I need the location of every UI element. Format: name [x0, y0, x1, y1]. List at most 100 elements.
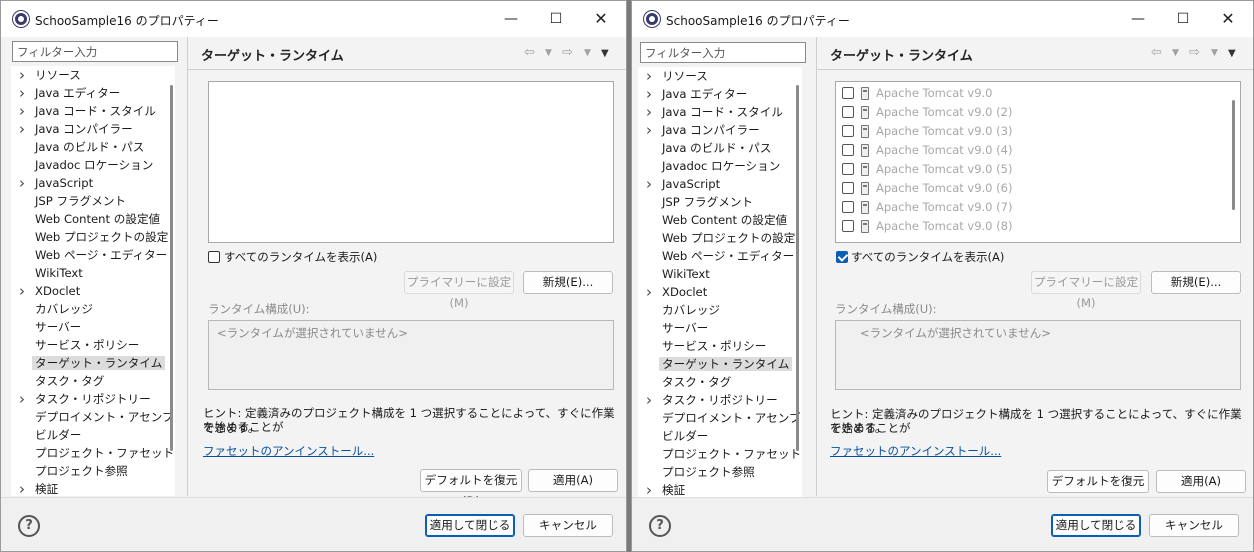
- runtime-row[interactable]: Apache Tomcat v9.0 (4): [836, 141, 1240, 160]
- show-all-runtimes-checkbox[interactable]: [208, 251, 220, 263]
- tree-item[interactable]: › XDoclet: [11, 282, 175, 300]
- uninstall-facets-link[interactable]: ファセットのアンインストール...: [203, 443, 374, 459]
- tree-item[interactable]: ビルダー: [638, 427, 802, 445]
- tree-item[interactable]: Web プロジェクトの設定: [11, 228, 175, 246]
- close-icon[interactable]: ✕: [1208, 7, 1248, 31]
- tree-item[interactable]: › 検証: [11, 480, 175, 496]
- tree-item[interactable]: カバレッジ: [11, 300, 175, 318]
- tree-item[interactable]: › Java エディター: [638, 85, 802, 103]
- set-primary-button[interactable]: プライマリーに設定(M): [1031, 271, 1141, 310]
- apply-button[interactable]: 適用(A): [1156, 470, 1246, 493]
- new-runtime-button[interactable]: 新規(E)...: [523, 271, 613, 294]
- back-arrow-icon[interactable]: ⇦: [524, 45, 535, 60]
- cancel-button[interactable]: キャンセル: [523, 514, 613, 537]
- tree-item[interactable]: Web ページ・エディター: [11, 246, 175, 264]
- tree-item[interactable]: ターゲット・ランタイム: [638, 355, 802, 373]
- show-all-runtimes-checkbox[interactable]: [836, 251, 848, 263]
- runtime-row[interactable]: Apache Tomcat v9.0 (6): [836, 179, 1240, 198]
- tree-item[interactable]: › タスク・リポジトリー: [638, 391, 802, 409]
- tree-item[interactable]: › タスク・リポジトリー: [11, 390, 175, 408]
- tree-item[interactable]: › 検証: [638, 481, 802, 497]
- maximize-icon[interactable]: ☐: [536, 7, 576, 31]
- tree-item[interactable]: タスク・タグ: [638, 373, 802, 391]
- help-icon[interactable]: ?: [649, 515, 671, 537]
- runtime-row[interactable]: Apache Tomcat v9.0 (2): [836, 103, 1240, 122]
- runtime-checkbox[interactable]: [842, 220, 854, 232]
- tree-scrollbar[interactable]: [170, 85, 173, 451]
- back-arrow-icon[interactable]: ⇦: [1151, 45, 1162, 60]
- runtime-checkbox[interactable]: [842, 163, 854, 175]
- runtime-row[interactable]: Apache Tomcat v9.0 (8): [836, 217, 1240, 236]
- back-dropdown-icon[interactable]: ▼: [545, 48, 552, 58]
- filter-input[interactable]: [12, 41, 178, 62]
- chevron-right-icon[interactable]: ›: [19, 66, 25, 84]
- tree-item[interactable]: Javadoc ロケーション: [11, 156, 175, 174]
- tree-item[interactable]: プロジェクト・ファセット: [11, 444, 175, 462]
- tree-item[interactable]: › Java コンパイラー: [11, 120, 175, 138]
- chevron-right-icon[interactable]: ›: [646, 103, 652, 121]
- restore-defaults-button[interactable]: デフォルトを復元(D): [420, 469, 522, 508]
- title-bar[interactable]: SchooSample16 のプロパティー — ☐ ✕: [632, 1, 1253, 37]
- tree-item[interactable]: JSP フラグメント: [638, 193, 802, 211]
- tree-item[interactable]: タスク・タグ: [11, 372, 175, 390]
- minimize-icon[interactable]: —: [491, 7, 531, 31]
- view-menu-icon[interactable]: ▼: [1228, 48, 1236, 59]
- chevron-right-icon[interactable]: ›: [19, 480, 25, 496]
- chevron-right-icon[interactable]: ›: [646, 85, 652, 103]
- tree-item[interactable]: › Java コンパイラー: [638, 121, 802, 139]
- apply-and-close-button[interactable]: 適用して閉じる: [1051, 514, 1141, 537]
- tree-item[interactable]: › Java コード・スタイル: [638, 103, 802, 121]
- tree-item[interactable]: プロジェクト参照: [11, 462, 175, 480]
- runtime-list[interactable]: [208, 81, 614, 243]
- restore-defaults-button[interactable]: デフォルトを復元(D): [1047, 470, 1149, 509]
- set-primary-button[interactable]: プライマリーに設定(M): [404, 271, 514, 310]
- tree-item[interactable]: プロジェクト・ファセット: [638, 445, 802, 463]
- tree-item[interactable]: WikiText: [11, 264, 175, 282]
- title-bar[interactable]: SchooSample16 のプロパティー — ☐ ✕: [1, 1, 626, 37]
- chevron-right-icon[interactable]: ›: [19, 174, 25, 192]
- filter-input[interactable]: [640, 42, 806, 63]
- chevron-right-icon[interactable]: ›: [19, 84, 25, 102]
- tree-item[interactable]: Java のビルド・パス: [11, 138, 175, 156]
- runtime-list[interactable]: Apache Tomcat v9.0 Apache Tomcat v9.0 (2)…: [835, 81, 1241, 243]
- forward-arrow-icon[interactable]: ⇨: [562, 45, 573, 60]
- runtime-checkbox[interactable]: [842, 144, 854, 156]
- back-dropdown-icon[interactable]: ▼: [1172, 48, 1179, 58]
- apply-button[interactable]: 適用(A): [528, 469, 618, 492]
- runtime-row[interactable]: Apache Tomcat v9.0 (5): [836, 160, 1240, 179]
- apply-and-close-button[interactable]: 適用して閉じる: [425, 514, 515, 537]
- minimize-icon[interactable]: —: [1118, 7, 1158, 31]
- new-runtime-button[interactable]: 新規(E)...: [1151, 271, 1241, 294]
- chevron-right-icon[interactable]: ›: [19, 390, 25, 408]
- runtime-checkbox[interactable]: [842, 125, 854, 137]
- tree-item[interactable]: › Java コード・スタイル: [11, 102, 175, 120]
- forward-dropdown-icon[interactable]: ▼: [584, 48, 591, 58]
- forward-dropdown-icon[interactable]: ▼: [1211, 48, 1218, 58]
- tree-item[interactable]: ターゲット・ランタイム: [11, 354, 175, 372]
- tree-item[interactable]: Web ページ・エディター: [638, 247, 802, 265]
- tree-item[interactable]: サービス・ポリシー: [11, 336, 175, 354]
- tree-item[interactable]: Web Content の設定値: [11, 210, 175, 228]
- tree-item[interactable]: › リソース: [11, 66, 175, 84]
- tree-item[interactable]: › リソース: [638, 67, 802, 85]
- view-menu-icon[interactable]: ▼: [601, 48, 609, 59]
- maximize-icon[interactable]: ☐: [1163, 7, 1203, 31]
- chevron-right-icon[interactable]: ›: [646, 175, 652, 193]
- runtime-checkbox[interactable]: [842, 201, 854, 213]
- tree-item[interactable]: サーバー: [638, 319, 802, 337]
- tree-item[interactable]: ビルダー: [11, 426, 175, 444]
- runtime-checkbox[interactable]: [842, 106, 854, 118]
- runtime-checkbox[interactable]: [842, 87, 854, 99]
- tree-item[interactable]: WikiText: [638, 265, 802, 283]
- tree-item[interactable]: Java のビルド・パス: [638, 139, 802, 157]
- close-icon[interactable]: ✕: [581, 7, 621, 31]
- tree-item[interactable]: Web Content の設定値: [638, 211, 802, 229]
- tree-item[interactable]: デプロイメント・アセンブリー: [638, 409, 802, 427]
- runtime-row[interactable]: Apache Tomcat v9.0: [836, 84, 1240, 103]
- chevron-right-icon[interactable]: ›: [646, 391, 652, 409]
- help-icon[interactable]: ?: [18, 515, 40, 537]
- tree-item[interactable]: サービス・ポリシー: [638, 337, 802, 355]
- runtime-row[interactable]: Apache Tomcat v9.0 (3): [836, 122, 1240, 141]
- forward-arrow-icon[interactable]: ⇨: [1189, 45, 1200, 60]
- uninstall-facets-link[interactable]: ファセットのアンインストール...: [830, 443, 1001, 459]
